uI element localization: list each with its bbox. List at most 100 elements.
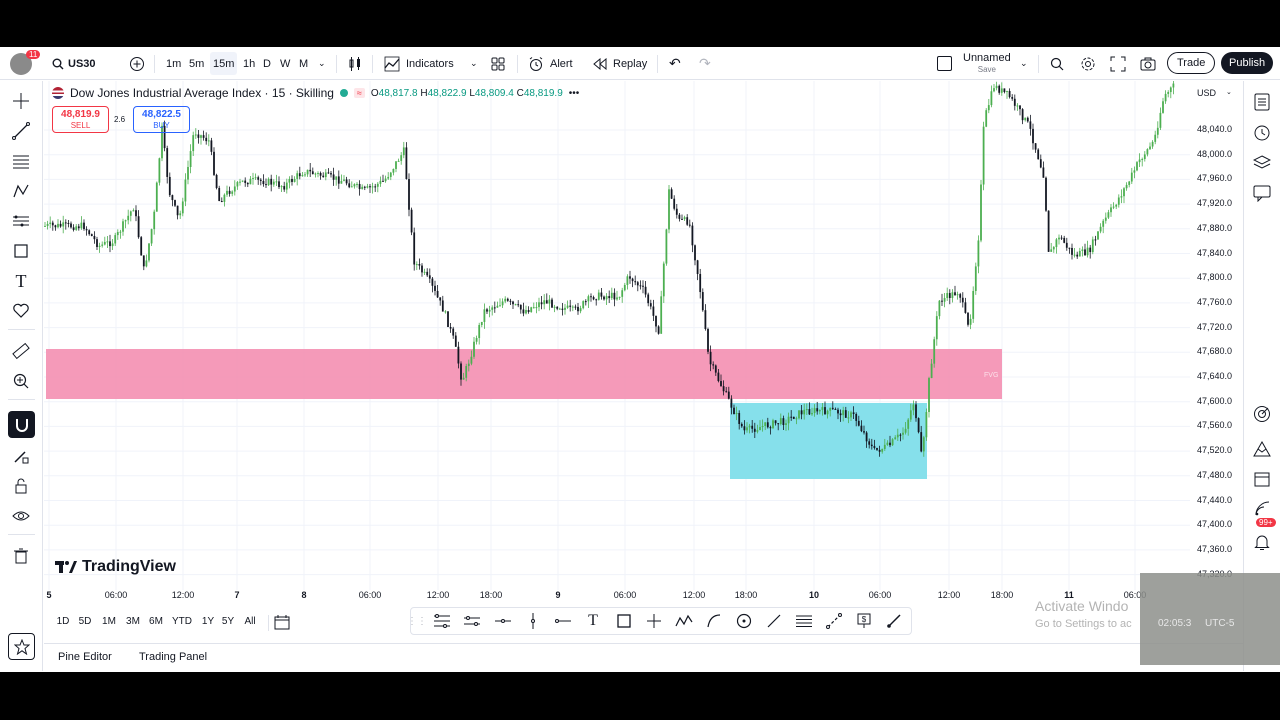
range-5d[interactable]: 5D bbox=[79, 616, 92, 627]
crosshair-button[interactable] bbox=[645, 612, 663, 630]
trend-line-tool[interactable] bbox=[10, 120, 32, 142]
brush-button[interactable] bbox=[885, 612, 903, 630]
path-button[interactable] bbox=[675, 612, 693, 630]
horizontal-ray-button[interactable] bbox=[494, 612, 512, 630]
layers-button[interactable] bbox=[1251, 152, 1273, 174]
vertical-line-button[interactable] bbox=[524, 612, 542, 630]
delay-icon: ≈ bbox=[353, 88, 365, 98]
interval-d[interactable]: D bbox=[263, 47, 271, 80]
drag-handle-icon[interactable]: ⋮⋮ bbox=[407, 612, 427, 630]
range-5y[interactable]: 5Y bbox=[222, 616, 234, 627]
tab-pine-editor[interactable]: Pine Editor bbox=[58, 651, 112, 663]
templates-button[interactable] bbox=[490, 47, 506, 80]
symbol-search[interactable]: US30 bbox=[52, 47, 96, 80]
calendar-button[interactable] bbox=[1251, 468, 1273, 490]
candle-body bbox=[267, 178, 270, 186]
text-button[interactable]: T bbox=[584, 612, 602, 630]
candle-body bbox=[343, 179, 345, 181]
indicators-dropdown[interactable]: ⌄ bbox=[470, 47, 478, 80]
pattern-tool[interactable] bbox=[10, 180, 32, 202]
price-chart[interactable]: FVG bbox=[44, 81, 1243, 590]
fib-tool[interactable] bbox=[10, 150, 32, 172]
crosshair-tool[interactable] bbox=[10, 90, 32, 112]
measure-tool[interactable] bbox=[10, 340, 32, 362]
tab-trading-panel[interactable]: Trading Panel bbox=[139, 651, 207, 663]
candle-body bbox=[761, 426, 764, 428]
range-6m[interactable]: 6M bbox=[149, 616, 163, 627]
interval-m[interactable]: M bbox=[299, 47, 308, 80]
candle-body bbox=[233, 186, 236, 192]
forecasting-tool[interactable] bbox=[10, 210, 32, 232]
price-range-button[interactable]: $ bbox=[855, 612, 873, 630]
trade-button[interactable]: Trade bbox=[1167, 52, 1216, 74]
candle-body bbox=[220, 201, 223, 203]
interval-1m[interactable]: 1m bbox=[166, 47, 181, 80]
text-tool[interactable]: T bbox=[10, 270, 32, 292]
candle-body bbox=[987, 105, 990, 111]
watchlist-button[interactable] bbox=[1251, 91, 1273, 113]
parallel-channel-button[interactable] bbox=[463, 612, 481, 630]
chart-type-button[interactable] bbox=[347, 47, 363, 80]
icons-tool[interactable] bbox=[10, 300, 32, 322]
fib-channel-button[interactable] bbox=[795, 612, 813, 630]
alert-button[interactable]: Alert bbox=[528, 47, 573, 80]
settings-button[interactable] bbox=[1080, 47, 1096, 80]
zoom-tool[interactable] bbox=[10, 370, 32, 392]
range-ytd[interactable]: YTD bbox=[172, 616, 192, 627]
interval-1h[interactable]: 1h bbox=[243, 47, 255, 80]
snapshot-button[interactable] bbox=[1140, 47, 1156, 80]
user-avatar[interactable]: 11 bbox=[10, 47, 41, 80]
interval-w[interactable]: W bbox=[280, 47, 290, 80]
buy-button[interactable]: 48,822.5 BUY bbox=[133, 106, 190, 133]
range-1d[interactable]: 1D bbox=[57, 616, 70, 627]
candle-body bbox=[725, 391, 728, 393]
chats-button[interactable] bbox=[1251, 182, 1273, 204]
candle-body bbox=[579, 308, 582, 312]
layout-name-button[interactable]: Unnamed Save bbox=[963, 47, 1011, 80]
layout-dropdown[interactable]: ⌄ bbox=[1020, 47, 1028, 80]
sell-button[interactable]: 48,819.9 SELL bbox=[52, 106, 109, 133]
replay-button[interactable]: Replay bbox=[593, 47, 647, 80]
quick-search-button[interactable] bbox=[1049, 47, 1065, 80]
indicators-button[interactable]: Indicators bbox=[384, 47, 454, 80]
list-icon bbox=[1254, 93, 1270, 111]
favorites-tool[interactable] bbox=[8, 633, 35, 660]
range-3m[interactable]: 3M bbox=[126, 616, 140, 627]
undo-button[interactable]: ↶ bbox=[669, 47, 681, 80]
range-all[interactable]: All bbox=[244, 616, 255, 627]
interval-15m[interactable]: 15m bbox=[210, 52, 238, 75]
magnet-mode-tool[interactable] bbox=[8, 411, 35, 438]
range-1y[interactable]: 1Y bbox=[202, 616, 214, 627]
interval-5m[interactable]: 5m bbox=[189, 47, 204, 80]
drawing-mode-tool[interactable] bbox=[10, 445, 32, 467]
circle-button[interactable] bbox=[735, 612, 753, 630]
curve-button[interactable] bbox=[705, 612, 723, 630]
redo-button[interactable]: ↷ bbox=[699, 47, 711, 80]
legend-more-button[interactable]: ••• bbox=[569, 88, 580, 99]
compare-button[interactable] bbox=[129, 47, 145, 80]
layout-checkbox[interactable] bbox=[937, 47, 952, 80]
price-axis[interactable]: USD ⌄ 48,040.0 48,000.0 47,960.0 47,920.0 47… bbox=[1190, 81, 1243, 590]
goto-date-button[interactable] bbox=[274, 614, 290, 633]
lock-drawings-tool[interactable] bbox=[10, 475, 32, 497]
horizontal-line-button[interactable] bbox=[554, 612, 572, 630]
fullscreen-button[interactable] bbox=[1110, 47, 1126, 80]
shapes-tool[interactable] bbox=[10, 240, 32, 262]
screener-button[interactable] bbox=[1251, 438, 1273, 460]
signals-button[interactable] bbox=[1251, 497, 1273, 519]
ideas-button[interactable] bbox=[1251, 403, 1273, 425]
rectangle-button[interactable] bbox=[615, 612, 633, 630]
supply-zone-rectangle[interactable] bbox=[46, 349, 1002, 399]
fib-retracement-button[interactable] bbox=[433, 612, 451, 630]
measure-button[interactable] bbox=[825, 612, 843, 630]
remove-drawings-tool[interactable] bbox=[10, 545, 32, 567]
symbol-title[interactable]: Dow Jones Industrial Average Index · 15 … bbox=[70, 86, 334, 100]
publish-button[interactable]: Publish bbox=[1221, 52, 1274, 74]
range-1m[interactable]: 1M bbox=[102, 616, 116, 627]
trend-line-button[interactable] bbox=[765, 612, 783, 630]
notifications-button[interactable] bbox=[1251, 531, 1273, 553]
candle-body bbox=[998, 85, 1001, 93]
hide-drawings-tool[interactable] bbox=[10, 505, 32, 527]
alerts-button[interactable] bbox=[1251, 122, 1273, 144]
intervals-dropdown[interactable]: ⌄ bbox=[318, 47, 326, 80]
